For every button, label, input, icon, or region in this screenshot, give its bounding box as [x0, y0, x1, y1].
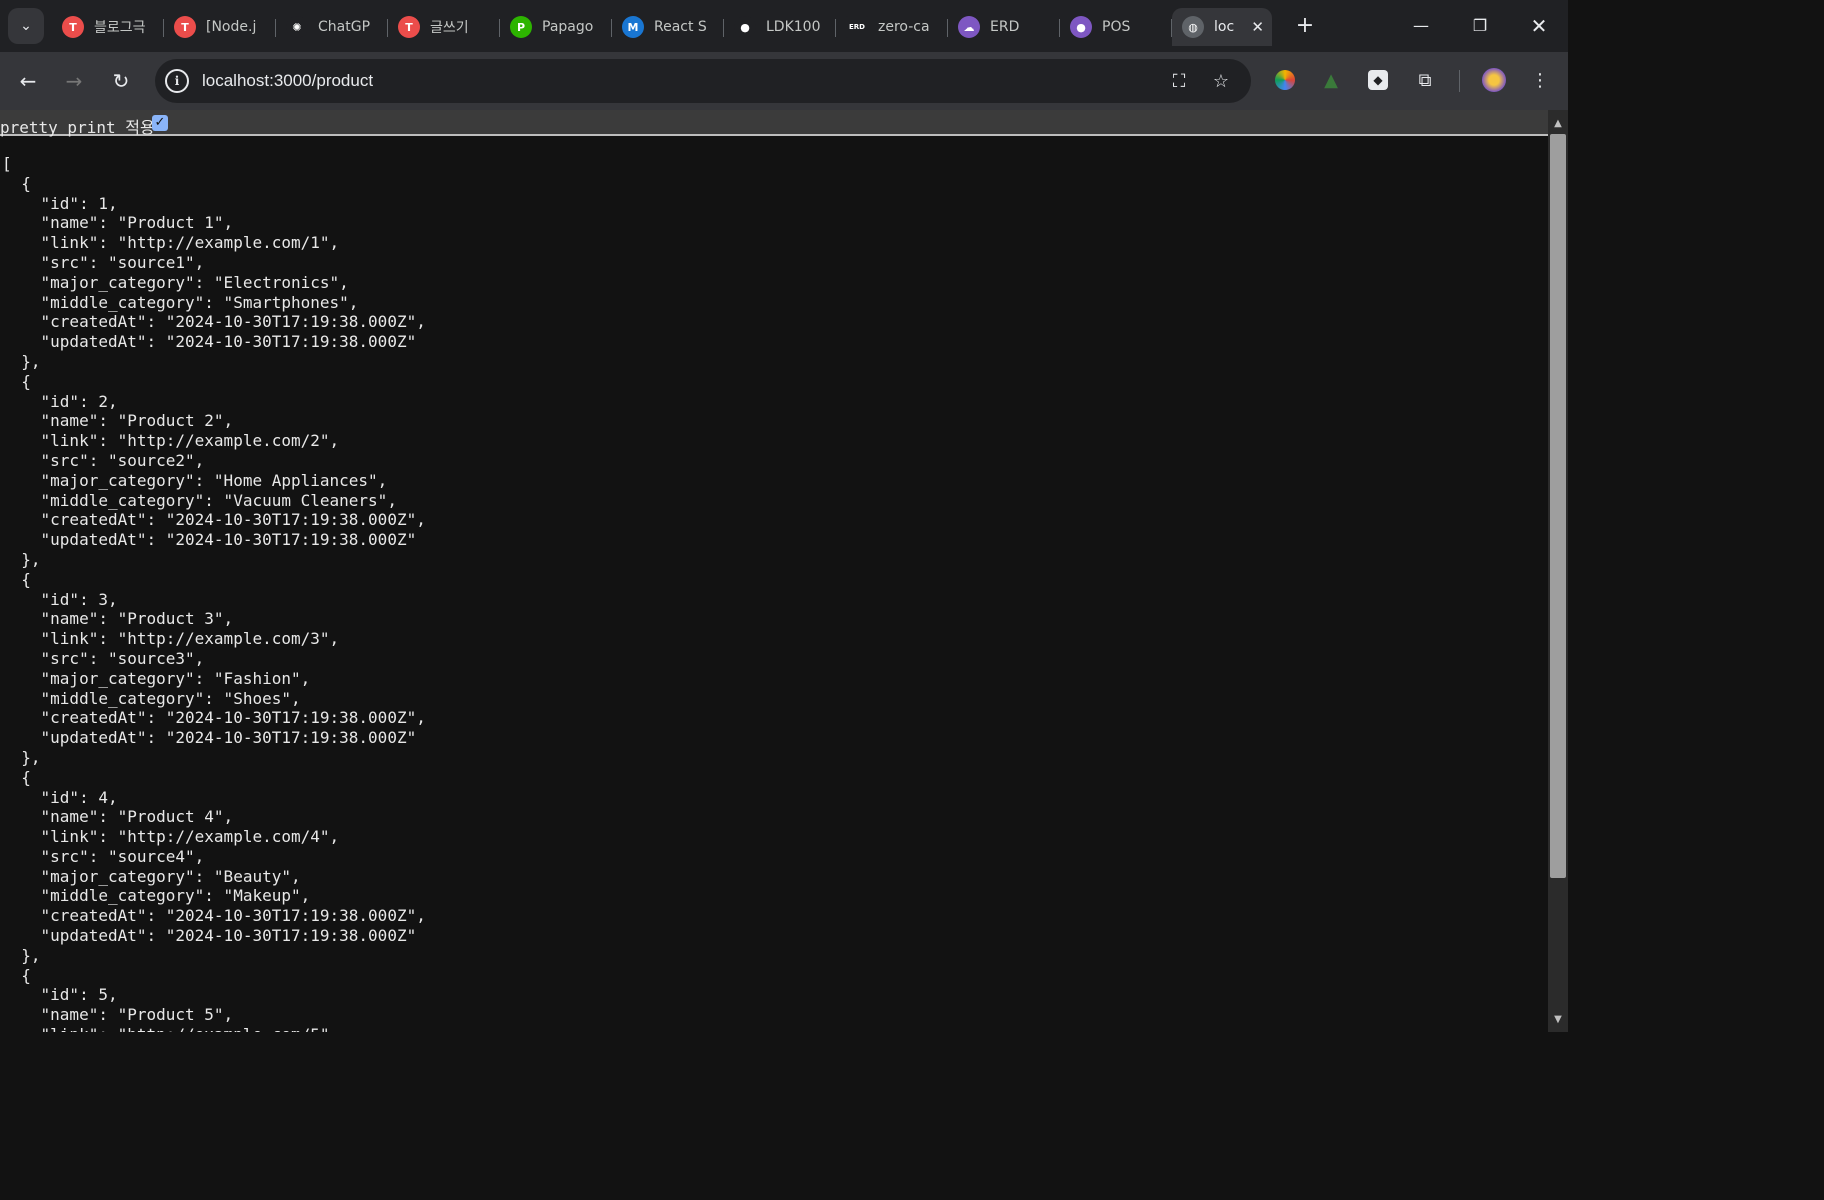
plus-icon: +: [1295, 13, 1315, 38]
restore-button[interactable]: ❐: [1450, 10, 1510, 42]
scroll-up-arrow-icon[interactable]: ▲: [1548, 114, 1568, 134]
globe-icon: ◍: [1182, 16, 1204, 38]
tab[interactable]: T [Node.j: [164, 8, 276, 46]
tab-label: Papago: [542, 19, 594, 35]
reload-icon: ↻: [112, 69, 130, 93]
tab-label: ChatGP: [318, 19, 371, 35]
restore-icon: ❐: [1472, 16, 1488, 35]
tab-close-icon[interactable]: ✕: [1251, 18, 1264, 36]
github-icon: ●: [734, 16, 756, 38]
tab-label: POS: [1102, 19, 1131, 35]
tistory-icon: T: [62, 16, 84, 38]
translate-icon[interactable]: ⛶: [1166, 69, 1192, 95]
scroll-down-arrow-icon[interactable]: ▼: [1548, 1010, 1568, 1030]
arrow-left-icon: ←: [19, 69, 37, 93]
tab[interactable]: ● POS: [1060, 8, 1172, 46]
forward-button[interactable]: →: [58, 65, 90, 97]
extensions-puzzle-icon[interactable]: ⧉: [1410, 65, 1440, 95]
tab-label: zero-ca: [878, 19, 930, 35]
chevron-down-icon: ⌄: [20, 18, 32, 34]
arrow-right-icon: →: [65, 69, 83, 93]
postman-icon: ●: [1070, 16, 1092, 38]
toolbar-divider: [1459, 70, 1460, 92]
tab[interactable]: ● LDK100: [724, 8, 836, 46]
erd-icon: ERD: [846, 16, 868, 38]
tab-label: LDK100: [766, 19, 821, 35]
site-info-icon[interactable]: i: [165, 69, 189, 93]
tab[interactable]: T 블로그극: [52, 8, 164, 46]
tab-label: 블로그극: [94, 20, 146, 36]
tab-label: loc: [1214, 19, 1235, 35]
tab[interactable]: T 글쓰기: [388, 8, 500, 46]
scrollbar-thumb[interactable]: [1550, 134, 1566, 878]
tab[interactable]: ☁ ERD: [948, 8, 1060, 46]
tab[interactable]: ✺ ChatGP: [276, 8, 388, 46]
tab-label: React S: [654, 19, 707, 35]
mui-icon: M: [622, 16, 644, 38]
tab-list: T 블로그극 T [Node.j ✺ ChatGP T 글쓰기 P Papago M React S ●…: [52, 8, 1272, 46]
extension-triangle-icon[interactable]: ▲: [1316, 65, 1346, 95]
close-icon: ✕: [1530, 14, 1548, 38]
tab-active[interactable]: ◍ loc ✕: [1172, 8, 1272, 46]
tab-label: [Node.j: [206, 19, 257, 35]
pretty-print-bar: pretty print 적용 ✓: [0, 110, 1548, 137]
browser-toolbar: ← → ↻ i localhost:3000/product ⛶ ☆ ▲ ◆ ⧉…: [0, 52, 1568, 110]
pretty-print-label: pretty print 적용: [0, 118, 155, 137]
back-button[interactable]: ←: [12, 65, 44, 97]
tab[interactable]: M React S: [612, 8, 724, 46]
pretty-print-checkbox[interactable]: ✓: [152, 115, 168, 131]
page-scrollbar[interactable]: ▲ ▼: [1548, 110, 1568, 1032]
extension-app-icon[interactable]: ◆: [1363, 65, 1393, 95]
new-tab-button[interactable]: +: [1292, 13, 1318, 39]
chatgpt-icon: ✺: [286, 16, 308, 38]
address-bar[interactable]: i localhost:3000/product ⛶ ☆: [155, 59, 1251, 103]
profile-avatar[interactable]: [1479, 65, 1509, 95]
minimize-button[interactable]: —: [1391, 10, 1451, 42]
tab-strip: ⌄ T 블로그극 T [Node.j ✺ ChatGP T 글쓰기 P Papago M React …: [0, 0, 1568, 52]
tistory-icon: T: [174, 16, 196, 38]
tab[interactable]: P Papago: [500, 8, 612, 46]
tab-search-button[interactable]: ⌄: [8, 8, 44, 44]
tab-label: 글쓰기: [430, 20, 469, 36]
tab[interactable]: ERD zero-ca: [836, 8, 948, 46]
extension-color-icon[interactable]: [1270, 65, 1300, 95]
bookmark-star-icon[interactable]: ☆: [1208, 69, 1234, 95]
reload-button[interactable]: ↻: [105, 65, 137, 97]
url-text[interactable]: localhost:3000/product: [202, 71, 373, 91]
tistory-icon: T: [398, 16, 420, 38]
json-response-body: [ { "id": 1, "name": "Product 1", "link"…: [2, 154, 426, 1032]
tab-label: ERD: [990, 19, 1020, 35]
minimize-icon: —: [1413, 16, 1429, 35]
close-window-button[interactable]: ✕: [1509, 10, 1569, 42]
page-content: pretty print 적용 ✓ [ { "id": 1, "name": "…: [0, 110, 1548, 1032]
menu-kebab-icon[interactable]: ⋮: [1525, 65, 1555, 95]
papago-icon: P: [510, 16, 532, 38]
erdcloud-icon: ☁: [958, 16, 980, 38]
